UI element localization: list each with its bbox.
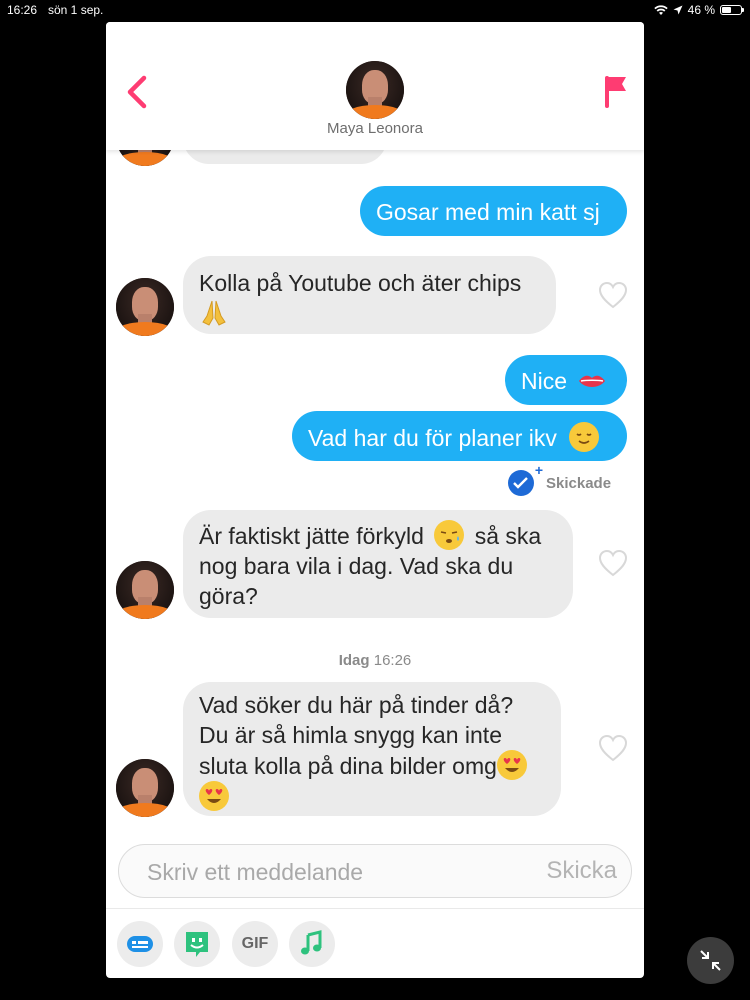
message-bubble-outgoing[interactable]: Vad har du för planer ikv <box>292 411 627 461</box>
message-avatar[interactable] <box>116 561 174 619</box>
message-text: Vad har du för planer ikv <box>308 425 557 451</box>
send-button[interactable]: Skicka <box>546 857 617 885</box>
timestamp-day: Idag <box>338 652 370 669</box>
relieved-face-emoji-icon <box>569 422 600 452</box>
sleepy-face-emoji-icon <box>434 520 465 550</box>
message-text: Kolla på Youtube och äter chips <box>199 270 522 296</box>
message-text-line1: Är faktiskt jätte förkyld <box>199 523 424 549</box>
message-bubble-outgoing[interactable]: Gosar med min katt sj <box>360 186 627 236</box>
status-right: 46 % <box>653 3 744 17</box>
like-heart-icon[interactable] <box>598 734 628 762</box>
folded-hands-emoji-icon <box>202 300 226 326</box>
lips-emoji-icon <box>579 375 606 387</box>
message-text-line1b: så ska <box>474 523 542 549</box>
like-heart-icon[interactable] <box>598 281 628 309</box>
message-bubble-incoming[interactable]: Vad söker du här på tinder då? Du är så … <box>183 682 561 816</box>
chat-header: Maya Leonora <box>106 22 644 150</box>
status-date: sön 1 sep. <box>48 3 104 17</box>
heart-eyes-emoji-icon <box>496 750 527 780</box>
gif-button[interactable]: GIF <box>232 921 278 967</box>
location-icon <box>673 5 683 15</box>
contact-avatar[interactable] <box>346 61 404 119</box>
message-avatar[interactable] <box>116 278 174 336</box>
gif-label: GIF <box>241 935 269 952</box>
timestamp-time: 16:26 <box>373 652 412 669</box>
double-check-icon: + <box>508 462 543 496</box>
timestamp: Idag 16:26 <box>106 652 644 669</box>
heart-eyes-emoji-icon <box>199 781 229 811</box>
battery-percent: 46 % <box>687 3 715 17</box>
message-composer: Skicka <box>118 844 632 898</box>
message-text-line2: nog bara vila i dag. Vad ska du <box>199 553 514 579</box>
sent-status-label: Skickade <box>546 474 612 492</box>
status-bar: 16:26 sön 1 sep. 46 % <box>0 0 750 20</box>
message-text-line3: göra? <box>199 583 258 609</box>
status-time: 16:26 <box>7 3 38 17</box>
music-button[interactable] <box>289 921 335 967</box>
message-text-line1: Vad söker du här på tinder då? <box>199 692 514 718</box>
back-chevron-icon[interactable] <box>120 72 154 112</box>
keyboard-shortcut-icon <box>127 936 153 952</box>
battery-icon <box>720 5 744 15</box>
message-avatar[interactable] <box>116 759 174 817</box>
message-input[interactable] <box>145 855 529 889</box>
music-note-icon <box>301 930 322 955</box>
sticker-button[interactable] <box>174 921 220 967</box>
like-heart-icon[interactable] <box>598 549 628 577</box>
contact-name[interactable]: Maya Leonora <box>106 120 644 137</box>
message-bubble-incoming[interactable]: Kolla på Youtube och äter chips <box>183 256 556 334</box>
minimize-arrows-icon <box>700 950 721 971</box>
flag-icon[interactable] <box>598 72 632 112</box>
message-text: Gosar med min katt sj <box>376 199 600 225</box>
message-text-line3: sluta kolla på dina bilder omg <box>199 753 497 779</box>
shortcuts-button[interactable] <box>117 921 163 967</box>
sent-status: + Skickade <box>508 462 612 496</box>
message-text: Nice <box>521 368 568 394</box>
message-bubble-outgoing[interactable]: Nice <box>505 355 627 405</box>
sticker-icon <box>186 932 208 957</box>
composer-toolbar: GIF <box>106 908 644 978</box>
wifi-icon <box>653 4 668 15</box>
chat-card: Gosar med min katt sj Kolla på Youtube o… <box>106 22 644 978</box>
message-bubble-incoming[interactable]: Är faktiskt jätte förkyld så ska nog bar… <box>183 510 573 618</box>
minimize-button[interactable] <box>687 937 734 984</box>
message-text-line2: Du är så himla snygg kan inte <box>199 722 502 748</box>
